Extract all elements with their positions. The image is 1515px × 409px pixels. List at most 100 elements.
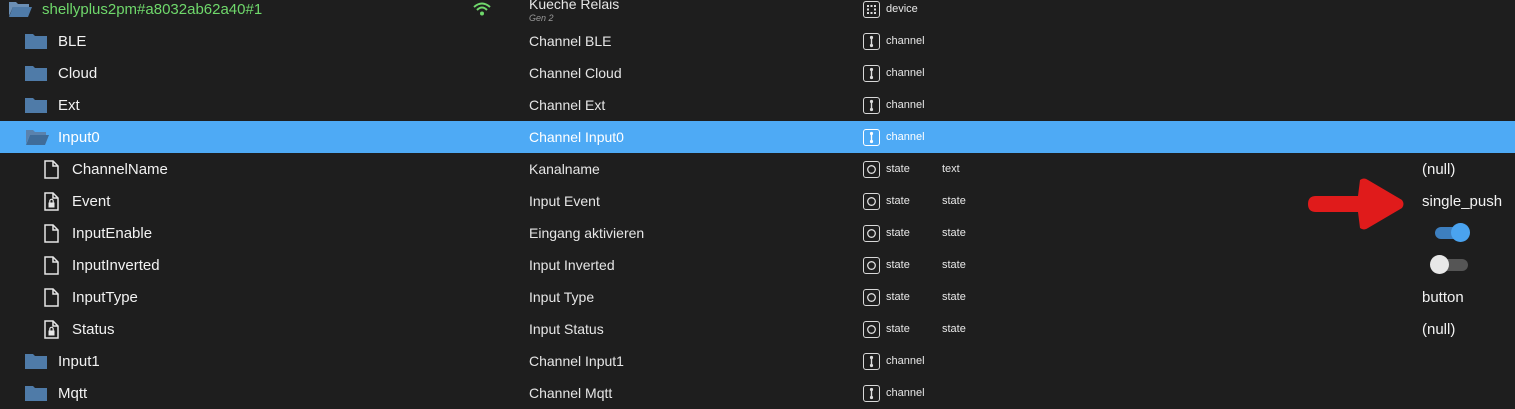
state-role-icon bbox=[863, 160, 880, 178]
file-lock-icon bbox=[44, 185, 59, 217]
state-type: state bbox=[942, 195, 966, 207]
channel-role-icon bbox=[863, 352, 880, 370]
tree-row-state[interactable]: Status Input Status state state (null) bbox=[0, 313, 1515, 345]
state-value[interactable]: single_push bbox=[1422, 185, 1502, 217]
state-role-label: state bbox=[886, 163, 910, 175]
channel-name[interactable]: Ext bbox=[58, 89, 80, 121]
file-icon bbox=[44, 153, 59, 185]
folder-open-icon[interactable] bbox=[7, 0, 33, 25]
file-icon bbox=[44, 217, 59, 249]
file-icon bbox=[44, 281, 59, 313]
red-arrow-annotation bbox=[1308, 178, 1404, 230]
folder-icon[interactable] bbox=[24, 89, 48, 121]
state-type: state bbox=[942, 227, 966, 239]
channel-description: Channel Cloud bbox=[529, 65, 622, 81]
state-name[interactable]: Status bbox=[72, 313, 115, 345]
state-name[interactable]: InputInverted bbox=[72, 249, 160, 281]
channel-role-icon bbox=[863, 64, 880, 82]
toggle-thumb[interactable] bbox=[1451, 223, 1470, 242]
folder-icon[interactable] bbox=[24, 25, 48, 57]
folder-icon[interactable] bbox=[24, 57, 48, 89]
tree-row-state[interactable]: InputInverted Input Inverted state state bbox=[0, 249, 1515, 281]
channel-role-icon bbox=[863, 128, 880, 146]
state-role-icon bbox=[863, 256, 880, 274]
state-role: state bbox=[863, 217, 910, 249]
state-description: Input Type bbox=[529, 289, 595, 305]
state-name[interactable]: InputType bbox=[72, 281, 138, 313]
state-type: state bbox=[942, 259, 966, 271]
channel-role-label: channel bbox=[886, 387, 925, 399]
toggle-thumb[interactable] bbox=[1430, 255, 1449, 274]
channel-name[interactable]: Cloud bbox=[58, 57, 97, 89]
file-lock-icon bbox=[44, 313, 59, 345]
tree-row-channel[interactable]: BLE Channel BLE channel bbox=[0, 25, 1515, 57]
state-description: Input Inverted bbox=[529, 257, 615, 273]
device-name[interactable]: shellyplus2pm#a8032ab62a40#1 bbox=[42, 0, 262, 25]
tree-row-state[interactable]: InputEnable Eingang aktivieren state sta… bbox=[0, 217, 1515, 249]
channel-description: Channel BLE bbox=[529, 33, 612, 49]
toggle-switch-off[interactable] bbox=[1430, 255, 1470, 275]
state-role-label: state bbox=[886, 195, 910, 207]
toggle-switch-on[interactable] bbox=[1434, 223, 1472, 243]
device-role-icon bbox=[863, 0, 880, 18]
state-role-icon bbox=[863, 320, 880, 338]
state-role-label: state bbox=[886, 259, 910, 271]
state-role: state bbox=[863, 281, 910, 313]
device-sub-description: Gen 2 bbox=[529, 13, 554, 23]
tree-row-state[interactable]: ChannelName Kanalname state text (null) bbox=[0, 153, 1515, 185]
tree-row-device[interactable]: shellyplus2pm#a8032ab62a40#1 Kueche Rela… bbox=[0, 0, 1515, 25]
state-role: state bbox=[863, 185, 910, 217]
tree-row-state[interactable]: InputType Input Type state state button bbox=[0, 281, 1515, 313]
channel-role-label: channel bbox=[886, 99, 925, 111]
state-description: Input Event bbox=[529, 193, 600, 209]
state-value[interactable]: (null) bbox=[1422, 153, 1455, 185]
channel-description: Channel Input0 bbox=[529, 129, 624, 145]
channel-name[interactable]: BLE bbox=[58, 25, 86, 57]
channel-role-icon bbox=[863, 96, 880, 114]
folder-icon[interactable] bbox=[24, 345, 48, 377]
state-type: state bbox=[942, 323, 966, 335]
state-value[interactable]: (null) bbox=[1422, 313, 1455, 345]
channel-name[interactable]: Mqtt bbox=[58, 377, 87, 409]
folder-open-icon[interactable] bbox=[24, 121, 50, 153]
channel-role-label: channel bbox=[886, 35, 925, 47]
state-role-icon bbox=[863, 192, 880, 210]
state-type: text bbox=[942, 163, 960, 175]
tree-row-channel-selected[interactable]: Input0 Channel Input0 channel bbox=[0, 121, 1515, 153]
state-role-label: state bbox=[886, 323, 910, 335]
channel-description: Channel Input1 bbox=[529, 353, 624, 369]
tree-row-channel[interactable]: Input1 Channel Input1 channel bbox=[0, 345, 1515, 377]
channel-role-icon bbox=[863, 384, 880, 402]
channel-role: channel bbox=[863, 121, 925, 153]
channel-role: channel bbox=[863, 57, 925, 89]
channel-description: Channel Ext bbox=[529, 97, 606, 113]
folder-icon[interactable] bbox=[24, 377, 48, 409]
tree-row-channel[interactable]: Cloud Channel Cloud channel bbox=[0, 57, 1515, 89]
state-name[interactable]: Event bbox=[72, 185, 110, 217]
channel-name[interactable]: Input0 bbox=[58, 121, 100, 153]
state-role: state bbox=[863, 313, 910, 345]
state-description: Kanalname bbox=[529, 161, 600, 177]
device-role-label: device bbox=[886, 3, 918, 15]
tree-row-channel[interactable]: Mqtt Channel Mqtt channel bbox=[0, 377, 1515, 409]
state-value[interactable]: button bbox=[1422, 281, 1464, 313]
state-role-label: state bbox=[886, 291, 910, 303]
state-role-icon bbox=[863, 224, 880, 242]
wifi-icon bbox=[473, 0, 491, 25]
file-icon bbox=[44, 249, 59, 281]
channel-role: channel bbox=[863, 89, 925, 121]
channel-name[interactable]: Input1 bbox=[58, 345, 100, 377]
channel-description: Channel Mqtt bbox=[529, 385, 613, 401]
channel-role-icon bbox=[863, 32, 880, 50]
state-description: Input Status bbox=[529, 321, 604, 337]
tree-row-channel[interactable]: Ext Channel Ext channel bbox=[0, 89, 1515, 121]
state-name[interactable]: InputEnable bbox=[72, 217, 152, 249]
channel-role: channel bbox=[863, 25, 925, 57]
state-role-label: state bbox=[886, 227, 910, 239]
tree-row-state[interactable]: Event Input Event state state single_pus… bbox=[0, 185, 1515, 217]
state-name[interactable]: ChannelName bbox=[72, 153, 168, 185]
state-role-icon bbox=[863, 288, 880, 306]
channel-role-label: channel bbox=[886, 67, 925, 79]
state-role: state bbox=[863, 153, 910, 185]
channel-role-label: channel bbox=[886, 131, 925, 143]
